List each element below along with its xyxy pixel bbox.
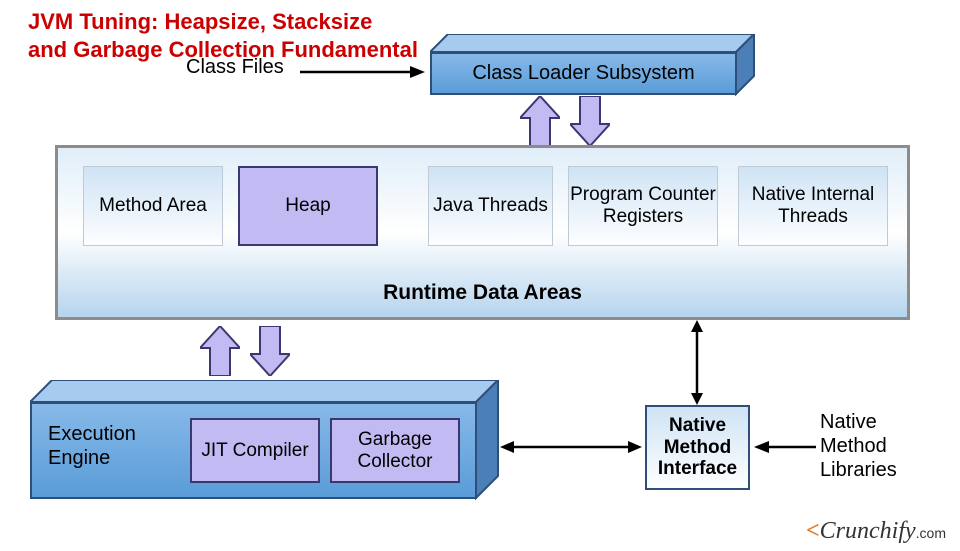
rda-title: Runtime Data Areas xyxy=(58,281,907,305)
pc-registers-label: Program Counter Registers xyxy=(569,184,717,228)
heap-box: Heap xyxy=(238,166,378,246)
logo-brand: Crunchify xyxy=(820,518,916,544)
java-threads-box: Java Threads xyxy=(428,166,553,246)
arrow-classfiles-to-loader xyxy=(300,66,425,78)
jit-compiler-box: JIT Compiler xyxy=(190,418,320,483)
java-threads-label: Java Threads xyxy=(433,195,548,217)
class-loader-label: Class Loader Subsystem xyxy=(472,62,694,85)
fat-arrow-down-exec xyxy=(250,326,290,376)
fat-arrow-down-loader xyxy=(570,96,610,146)
logo-chevron-icon: < xyxy=(806,518,816,544)
jit-compiler-label: JIT Compiler xyxy=(201,440,308,462)
runtime-data-areas: Method Area Heap Java Threads Program Co… xyxy=(55,145,910,320)
garbage-collector-label: Garbage Collector xyxy=(332,429,458,473)
arrow-rda-nmi xyxy=(691,320,703,405)
pc-registers-box: Program Counter Registers xyxy=(568,166,718,246)
arrow-exec-nmi xyxy=(500,441,642,453)
native-method-interface-box: Native Method Interface xyxy=(645,405,750,490)
diagram-title: JVM Tuning: Heapsize, Stacksize and Garb… xyxy=(28,8,418,63)
garbage-collector-box: Garbage Collector xyxy=(330,418,460,483)
fat-arrow-up-exec xyxy=(200,326,240,376)
native-threads-box: Native Internal Threads xyxy=(738,166,888,246)
native-method-interface-label: Native Method Interface xyxy=(647,415,748,481)
method-area-label: Method Area xyxy=(99,195,207,217)
native-method-libraries-label: Native Method Libraries xyxy=(820,410,940,482)
title-line-1: JVM Tuning: Heapsize, Stacksize xyxy=(28,9,372,34)
arrow-nml-nmi xyxy=(754,441,816,453)
fat-arrow-up-loader xyxy=(520,96,560,146)
class-files-label: Class Files xyxy=(186,56,284,79)
method-area-box: Method Area xyxy=(83,166,223,246)
logo-suffix: .com xyxy=(916,525,946,541)
native-threads-label: Native Internal Threads xyxy=(739,184,887,228)
exec-engine-label: Execution Engine xyxy=(48,422,168,470)
heap-label: Heap xyxy=(285,195,330,217)
crunchify-logo: <Crunchify.com xyxy=(806,518,946,545)
